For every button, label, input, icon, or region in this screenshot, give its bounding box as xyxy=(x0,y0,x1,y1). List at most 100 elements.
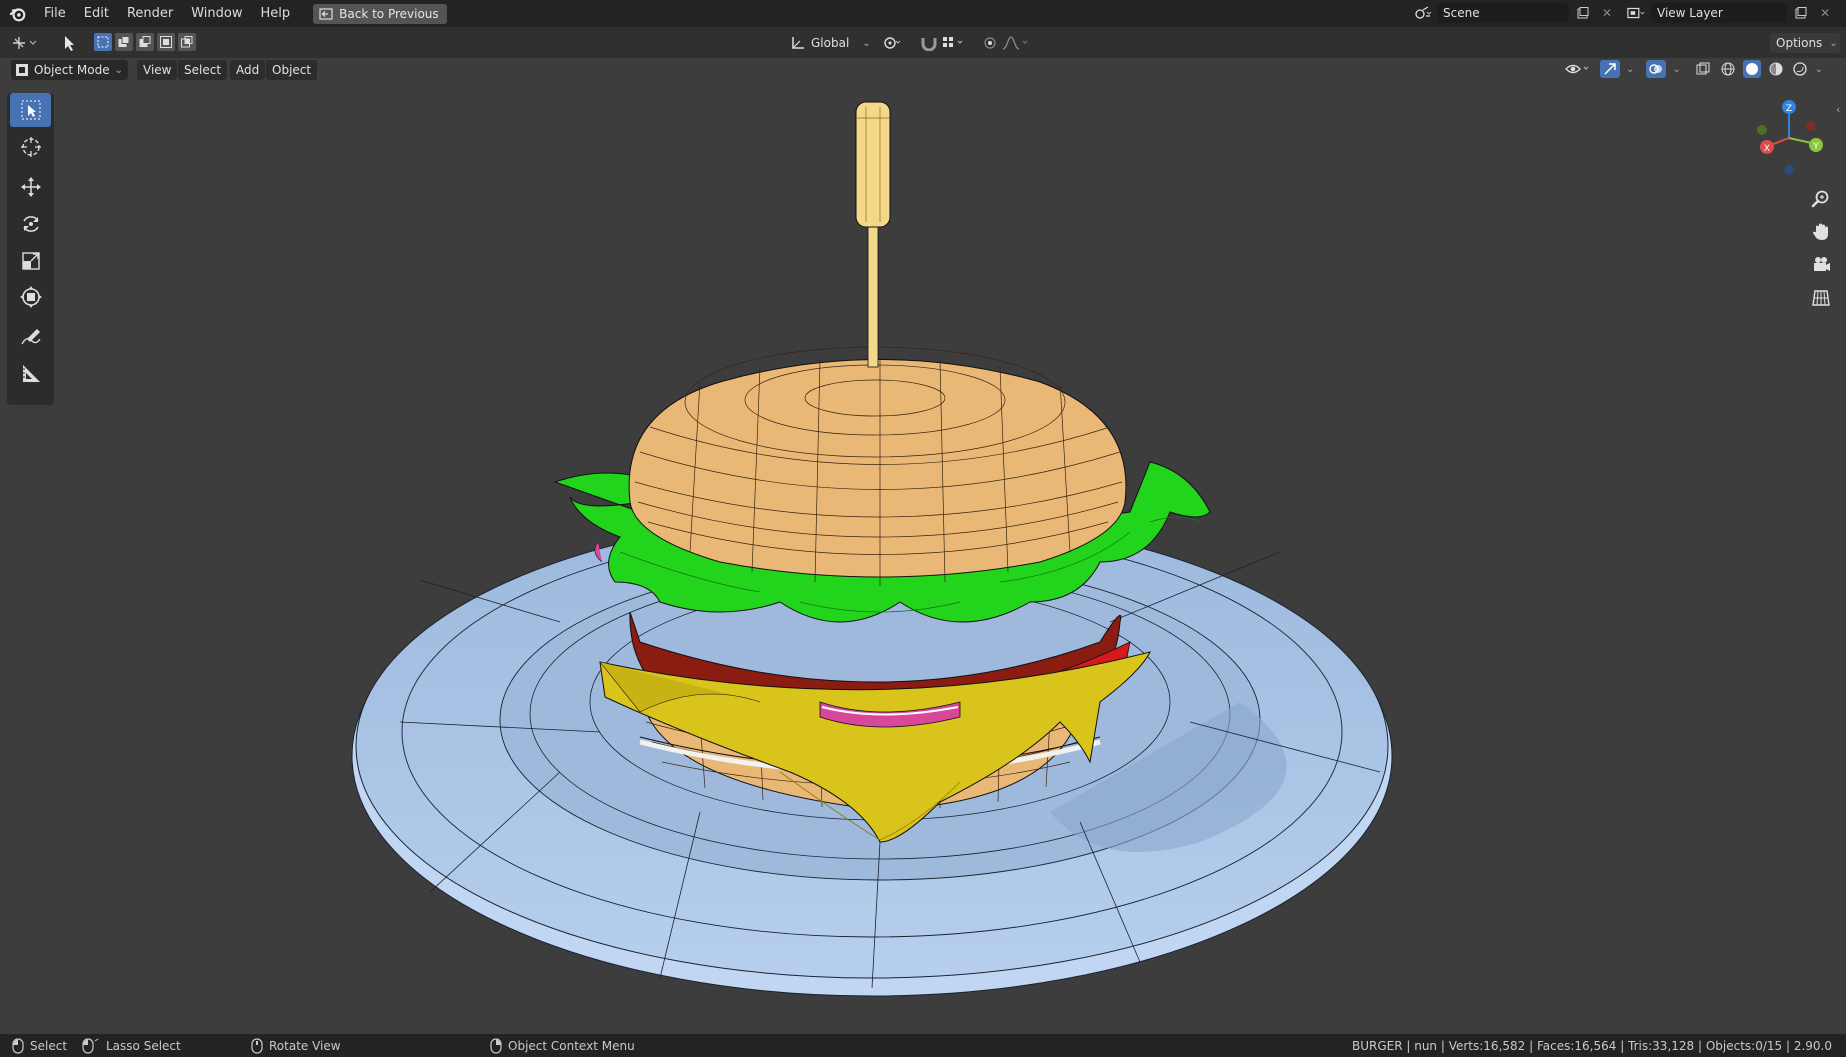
view-layer-name: View Layer xyxy=(1657,6,1723,20)
select-extend-icon[interactable] xyxy=(115,33,133,51)
gizmo-toggle-icon[interactable] xyxy=(1600,60,1620,78)
mouse-left-drag-icon xyxy=(82,1038,99,1054)
chevron-down-icon[interactable]: ⌄ xyxy=(1672,64,1680,75)
move-icon[interactable] xyxy=(10,170,51,204)
rotate-icon[interactable] xyxy=(10,207,51,241)
sidebar-toggle-icon[interactable]: ‹ xyxy=(1836,103,1840,116)
scale-icon[interactable] xyxy=(10,244,51,278)
mouse-middle-icon xyxy=(251,1038,263,1054)
status-select: Select xyxy=(12,1038,67,1054)
snap-toggle[interactable] xyxy=(920,32,967,54)
pivot-point-dropdown[interactable] xyxy=(882,32,902,54)
chevron-down-icon[interactable]: ⌄ xyxy=(1815,64,1823,75)
top-bun xyxy=(628,346,1127,586)
proportional-icon xyxy=(984,37,996,49)
status-bar: Select Lasso Select Rotate View Object C… xyxy=(0,1034,1846,1057)
view-layer-icon[interactable] xyxy=(1627,3,1647,23)
menu-window[interactable]: Window xyxy=(182,0,251,27)
editor-type-icon[interactable] xyxy=(10,32,44,54)
proportional-editing-toggle[interactable] xyxy=(982,32,1031,54)
gizmo-y-label: Y xyxy=(1812,142,1819,152)
magnet-icon xyxy=(921,38,937,51)
visibility-eye-icon[interactable] xyxy=(1564,60,1594,78)
3d-viewport[interactable]: Z Y X xyxy=(0,82,1846,1034)
tool-shelf xyxy=(7,93,54,405)
back-button-label: Back to Previous xyxy=(339,6,439,21)
viewport-shading-controls: ⌄ ⌄ ⌄ xyxy=(1564,60,1823,78)
hand-icon[interactable] xyxy=(1808,219,1834,245)
viewport-menu-view[interactable]: View xyxy=(137,60,178,80)
options-dropdown[interactable]: Options ⌄ xyxy=(1770,33,1840,53)
pivot-icon xyxy=(884,37,901,49)
viewport-menu-select[interactable]: Select xyxy=(178,60,228,80)
snap-grid-icon xyxy=(943,37,963,47)
mouse-left-icon xyxy=(12,1038,24,1054)
object-mode-icon xyxy=(16,64,28,76)
toothpick xyxy=(855,101,891,368)
chevron-down-icon: ⌄ xyxy=(1829,37,1838,49)
select-intersect-icon[interactable] xyxy=(178,33,196,51)
menu-help[interactable]: Help xyxy=(252,0,300,27)
select-subtract-icon[interactable] xyxy=(136,33,154,51)
scene-selector: Scene ✕ View Layer ✕ xyxy=(1413,2,1835,24)
transform-icon[interactable] xyxy=(10,280,51,314)
menu-file[interactable]: File xyxy=(35,0,75,27)
falloff-curve-icon xyxy=(1002,36,1028,50)
close-scene-icon[interactable]: ✕ xyxy=(1597,3,1617,23)
gizmo-x-label: X xyxy=(1764,144,1770,154)
annotate-icon[interactable] xyxy=(10,320,51,354)
view-layer-field[interactable]: View Layer xyxy=(1651,3,1787,23)
select-new-icon[interactable] xyxy=(94,33,112,51)
back-to-previous-button[interactable]: Back to Previous xyxy=(313,3,447,24)
scene-icon[interactable] xyxy=(1413,3,1433,23)
viewport-menu-add[interactable]: Add xyxy=(230,60,266,80)
mode-label: Object Mode xyxy=(34,63,110,77)
mouse-right-icon xyxy=(490,1038,502,1054)
new-scene-icon[interactable] xyxy=(1573,3,1593,23)
scene-render: Z Y X xyxy=(351,100,1823,997)
status-lasso-label: Lasso Select xyxy=(106,1039,181,1053)
transform-orientation-dropdown[interactable]: Global ⌄ xyxy=(790,32,871,54)
new-view-layer-icon[interactable] xyxy=(1791,3,1811,23)
blender-logo-icon[interactable] xyxy=(9,5,27,23)
status-context-label: Object Context Menu xyxy=(508,1039,635,1053)
cursor-icon[interactable] xyxy=(10,130,51,164)
xray-toggle-icon[interactable] xyxy=(1693,60,1713,78)
scene-name: Scene xyxy=(1443,6,1480,20)
wireframe-shading-icon[interactable] xyxy=(1719,60,1737,78)
scene-name-field[interactable]: Scene xyxy=(1437,3,1569,23)
measure-icon[interactable] xyxy=(10,357,51,391)
select-box-icon[interactable] xyxy=(10,93,51,127)
status-select-label: Select xyxy=(30,1039,68,1053)
rendered-shading-icon[interactable] xyxy=(1791,60,1809,78)
select-mode-buttons xyxy=(94,33,196,51)
back-icon xyxy=(319,7,333,20)
zoom-icon[interactable] xyxy=(1808,186,1834,212)
navigation-gizmo[interactable]: Z Y X xyxy=(1757,100,1823,175)
camera-icon[interactable] xyxy=(1808,252,1834,278)
top-menu-bar: File Edit Render Window Help Back to Pre… xyxy=(0,0,1846,27)
grid-icon[interactable] xyxy=(1808,285,1834,311)
solid-shading-icon[interactable] xyxy=(1742,60,1761,78)
orientation-icon xyxy=(792,37,804,49)
select-invert-icon[interactable] xyxy=(157,33,175,51)
overlay-toggle-icon[interactable] xyxy=(1646,60,1667,78)
status-context-menu: Object Context Menu xyxy=(490,1038,635,1054)
chevron-down-icon: ⌄ xyxy=(862,37,871,49)
close-view-layer-icon[interactable]: ✕ xyxy=(1815,3,1835,23)
menu-edit[interactable]: Edit xyxy=(75,0,118,27)
object-mode-dropdown[interactable]: Object Mode ⌄ xyxy=(11,60,128,80)
gizmo-z-label: Z xyxy=(1786,104,1792,114)
menu-render[interactable]: Render xyxy=(118,0,182,27)
status-rotate: Rotate View xyxy=(251,1038,341,1054)
viewport-menu-object[interactable]: Object xyxy=(266,60,318,80)
chevron-down-icon[interactable]: ⌄ xyxy=(1626,64,1634,75)
scene-statistics: BURGER | nun | Verts:16,582 | Faces:16,5… xyxy=(1351,1039,1832,1053)
orientation-label: Global xyxy=(811,36,850,50)
options-label: Options xyxy=(1776,36,1823,50)
material-shading-icon[interactable] xyxy=(1767,60,1785,78)
status-lasso: Lasso Select xyxy=(82,1038,181,1054)
status-rotate-label: Rotate View xyxy=(269,1039,341,1053)
active-tool-icon[interactable] xyxy=(56,31,82,55)
chevron-down-icon: ⌄ xyxy=(114,64,123,76)
